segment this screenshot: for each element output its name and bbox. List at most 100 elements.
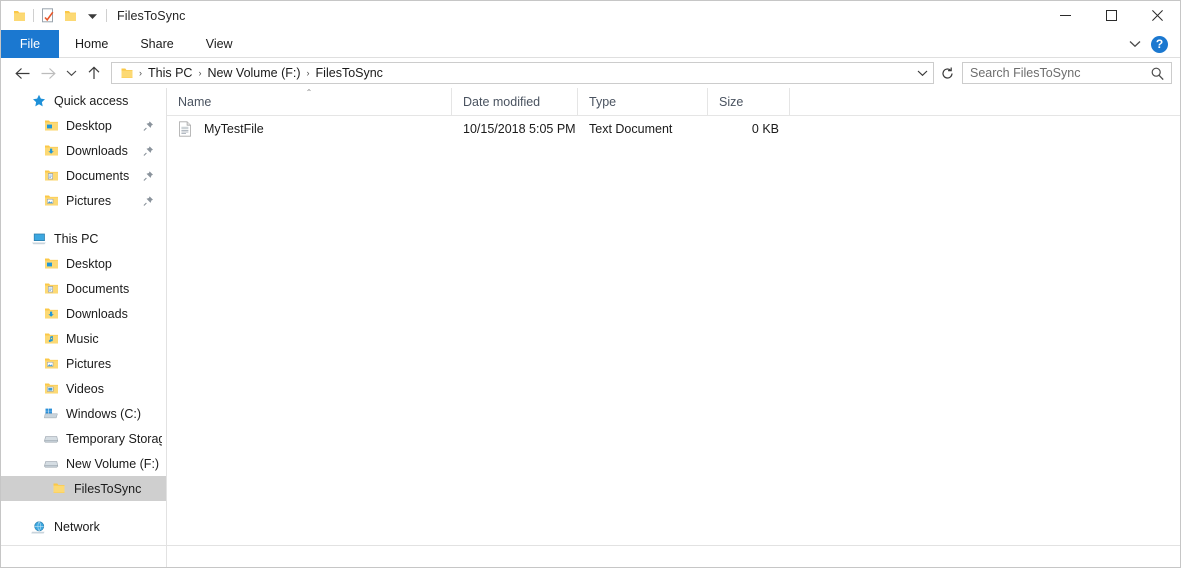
pin-icon[interactable] [143, 145, 154, 156]
sidebar-item-this-pc[interactable]: This PC [1, 226, 166, 251]
refresh-button[interactable] [936, 62, 958, 84]
sidebar-item-pc-desktop[interactable]: Desktop [1, 251, 166, 276]
column-header-size[interactable]: Size [708, 88, 790, 115]
tab-share[interactable]: Share [124, 30, 189, 58]
sidebar-item-pc-pictures[interactable]: Pictures [1, 351, 166, 376]
breadcrumb-item-new-volume[interactable]: New Volume (F:) [203, 66, 304, 80]
cell-name: MyTestFile [167, 121, 452, 137]
star-icon [29, 91, 49, 111]
up-button[interactable] [81, 60, 107, 86]
sidebar-label: Windows (C:) [66, 406, 142, 421]
sidebar-label: Documents [66, 168, 130, 183]
folder-icon[interactable] [8, 5, 30, 27]
sidebar-item-pc-documents[interactable]: Documents [1, 276, 166, 301]
pin-icon[interactable] [143, 195, 154, 206]
cell-date-modified: 10/15/2018 5:05 PM [463, 122, 576, 136]
sidebar-label: Documents [66, 281, 130, 296]
status-bar-left-section [1, 545, 167, 567]
new-folder-icon[interactable] [59, 5, 81, 27]
sidebar-item-downloads[interactable]: Downloads [1, 138, 166, 163]
folder-downloads-icon [41, 304, 61, 324]
close-button[interactable] [1134, 1, 1180, 30]
tab-file[interactable]: File [1, 30, 59, 58]
sidebar-item-documents[interactable]: Documents [1, 163, 166, 188]
column-header-date-modified[interactable]: Date modified [452, 88, 578, 115]
forward-button[interactable] [35, 60, 61, 86]
folder-documents-icon [41, 166, 61, 186]
breadcrumb-list: › This PC › New Volume (F:) › FilesToSyn… [137, 66, 913, 80]
search-input[interactable] [970, 66, 1151, 80]
breadcrumb-item-filestosync[interactable]: FilesToSync [312, 66, 387, 80]
sidebar-label: New Volume (F:) [66, 456, 160, 471]
folder-icon [117, 67, 137, 80]
folder-pictures-icon [41, 354, 61, 374]
sidebar-item-network[interactable]: Network [1, 514, 166, 539]
column-header-name[interactable]: ⌃ Name [167, 88, 452, 115]
sidebar-item-pictures[interactable]: Pictures [1, 188, 166, 213]
sidebar-label: Videos [66, 381, 104, 396]
folder-videos-icon [41, 379, 61, 399]
file-name: MyTestFile [204, 122, 264, 136]
folder-pictures-icon [41, 191, 61, 211]
chevron-down-icon[interactable] [1129, 35, 1141, 53]
sidebar-label: Quick access [54, 93, 129, 108]
navigation-pane[interactable]: Quick access Desktop Downloads Documents… [1, 88, 167, 567]
breadcrumb-separator[interactable]: › [305, 68, 312, 78]
maximize-button[interactable] [1088, 1, 1134, 30]
sidebar-item-windows-c[interactable]: Windows (C:) [1, 401, 166, 426]
sidebar-label: Downloads [66, 143, 128, 158]
sidebar-item-new-volume-f[interactable]: New Volume (F:) [1, 451, 166, 476]
column-header-type[interactable]: Type [578, 88, 708, 115]
back-button[interactable] [9, 60, 35, 86]
chevron-down-icon[interactable] [81, 5, 103, 27]
folder-desktop-icon [41, 116, 61, 136]
column-headers: ⌃ Name Date modified Type Size [167, 88, 1180, 116]
sidebar-label: Desktop [66, 118, 112, 133]
sidebar-label: FilesToSync [74, 481, 142, 496]
title-bar: FilesToSync [1, 1, 1180, 30]
search-icon[interactable] [1151, 67, 1167, 80]
breadcrumb-dropdown-icon[interactable] [913, 63, 931, 83]
tab-view[interactable]: View [190, 30, 249, 58]
column-header-label: Date modified [463, 94, 541, 109]
column-header-label: Type [589, 94, 617, 109]
ribbon-right-controls: ? [1129, 30, 1176, 58]
window-controls [1042, 1, 1180, 30]
sidebar-item-pc-videos[interactable]: Videos [1, 376, 166, 401]
sidebar-item-temporary-storage[interactable]: Temporary Storage ( [1, 426, 166, 451]
folder-icon [49, 479, 69, 499]
breadcrumb-item-this-pc[interactable]: This PC [144, 66, 196, 80]
breadcrumb-separator[interactable]: › [196, 68, 203, 78]
search-box[interactable] [962, 62, 1172, 84]
properties-checkmark-icon[interactable] [37, 5, 59, 27]
folder-documents-icon [41, 279, 61, 299]
sidebar-label: Desktop [66, 256, 112, 271]
table-row[interactable]: MyTestFile 10/15/2018 5:05 PM Text Docum… [167, 116, 1180, 142]
sidebar-label: Downloads [66, 306, 128, 321]
cell-size: 0 KB [751, 122, 779, 136]
folder-music-icon [41, 329, 61, 349]
ribbon-tab-bar: File Home Share View ? [1, 30, 1180, 58]
sidebar-label: Music [66, 331, 99, 346]
breadcrumb[interactable]: › This PC › New Volume (F:) › FilesToSyn… [111, 62, 934, 84]
folder-desktop-icon [41, 254, 61, 274]
pin-icon[interactable] [143, 120, 154, 131]
file-list-pane[interactable]: ⌃ Name Date modified Type Size MyTestFil… [167, 88, 1180, 567]
pin-icon[interactable] [143, 170, 154, 181]
sidebar-item-pc-downloads[interactable]: Downloads [1, 301, 166, 326]
sidebar-item-desktop[interactable]: Desktop [1, 113, 166, 138]
toolbar-divider [33, 9, 34, 22]
sidebar-item-pc-music[interactable]: Music [1, 326, 166, 351]
column-header-label: Size [719, 94, 744, 109]
sidebar-item-filestosync[interactable]: FilesToSync [1, 476, 166, 501]
minimize-button[interactable] [1042, 1, 1088, 30]
column-header-label: Name [178, 94, 212, 109]
breadcrumb-separator[interactable]: › [137, 68, 144, 78]
sidebar-item-quick-access[interactable]: Quick access [1, 88, 166, 113]
help-button[interactable]: ? [1151, 35, 1168, 53]
window-title: FilesToSync [117, 8, 186, 23]
tab-home[interactable]: Home [59, 30, 124, 58]
folder-downloads-icon [41, 141, 61, 161]
recent-locations-button[interactable] [61, 60, 81, 86]
